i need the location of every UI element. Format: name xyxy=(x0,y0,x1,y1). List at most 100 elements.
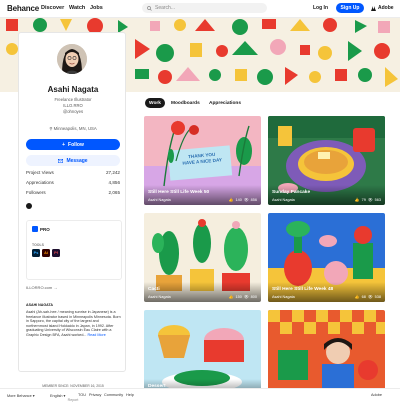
follow-button[interactable]: + Follow xyxy=(26,139,120,150)
adobe-icon xyxy=(371,5,376,11)
thumbs-up-icon: 👍 xyxy=(228,198,234,202)
pro-badge: PRO xyxy=(32,226,50,232)
plus-icon: + xyxy=(62,141,66,148)
project-card[interactable]: THANK YOU HAVE A NICE DAY Still Here Sti… xyxy=(144,116,261,205)
project-card[interactable]: Dessert xyxy=(144,310,261,399)
adobe-label: Adobe xyxy=(378,5,394,11)
photoshop-icon[interactable]: Ps xyxy=(32,249,40,257)
like-count: 79 xyxy=(361,197,366,202)
search-input[interactable]: Search... xyxy=(142,3,267,13)
stat-followers: Followers 2,065 xyxy=(26,190,120,195)
stat-value: 27,242 xyxy=(105,170,120,175)
view-count: 563 xyxy=(374,197,381,202)
project-owner[interactable]: Asahi Nagata xyxy=(272,198,295,202)
about-heading: ASAHI NAGATA xyxy=(26,303,54,307)
login-link[interactable]: Log In xyxy=(313,5,328,11)
project-card[interactable]: Still Here Still Life Week 48 Asahi Naga… xyxy=(268,213,385,302)
follow-label: Follow xyxy=(68,141,84,148)
tile-overlay xyxy=(144,185,261,205)
tile-overlay xyxy=(268,185,385,205)
project-metrics: 👍 150 👁 800 xyxy=(228,294,257,300)
top-navigation-bar: Behance Discover Watch Jobs Search... Lo… xyxy=(0,0,400,18)
stat-appreciations: Appreciations 4,856 xyxy=(26,180,120,185)
footer-link-tou[interactable]: TOU xyxy=(78,393,86,397)
profile-company[interactable]: ILLO.RRO xyxy=(19,103,127,108)
stat-project-views: Project Views 27,242 xyxy=(26,170,120,175)
footer-link-help[interactable]: Help xyxy=(126,393,134,397)
eye-icon: 👁 xyxy=(367,198,373,202)
like-count: 140 xyxy=(235,197,242,202)
read-more-link[interactable]: Read More xyxy=(88,333,106,337)
nav-jobs[interactable]: Jobs xyxy=(90,5,103,11)
project-card[interactable]: Cacti Asahi Nagata 👍 150 👁 800 xyxy=(144,213,261,302)
profile-location: ⚲ Minneapolis, MN, USA xyxy=(19,126,127,132)
pro-label: PRO xyxy=(40,226,50,232)
illustrator-icon[interactable]: Ai xyxy=(42,249,50,257)
tile-overlay xyxy=(268,282,385,302)
view-count: 800 xyxy=(250,294,257,299)
search-icon xyxy=(147,5,152,11)
report-link[interactable]: Report xyxy=(19,398,127,402)
like-count: 150 xyxy=(235,294,242,299)
location-pin-icon: ⚲ xyxy=(49,126,53,131)
social-link-icon[interactable] xyxy=(26,203,32,209)
tab-moodboards[interactable]: Moodboards xyxy=(171,98,200,108)
project-card[interactable]: Sunday Pancake Asahi Nagata 👍 79 👁 563 xyxy=(268,116,385,205)
thumbs-up-icon: 👍 xyxy=(354,198,360,202)
adobe-link[interactable]: Adobe xyxy=(371,5,394,11)
about-text: Asahi (Ah-sah-hee / meaning sunrise in J… xyxy=(26,310,121,338)
eye-icon: 👁 xyxy=(367,295,373,299)
avatar xyxy=(57,44,87,74)
message-label: Message xyxy=(66,157,88,164)
project-owner[interactable]: Asahi Nagata xyxy=(148,295,171,299)
tab-appreciations[interactable]: Appreciations xyxy=(209,98,241,108)
like-count: 68 xyxy=(361,294,366,299)
footer-link-privacy[interactable]: Privacy xyxy=(89,393,101,397)
stat-label: Appreciations xyxy=(26,180,54,185)
eye-icon: 👁 xyxy=(243,198,249,202)
profile-location-text: Minneapolis, MN, USA xyxy=(53,126,97,131)
footer-link-community[interactable]: Community xyxy=(104,393,123,397)
nav-discover[interactable]: Discover xyxy=(41,5,64,11)
footer-adobe-link[interactable]: Adobe xyxy=(371,393,382,397)
view-count: 856 xyxy=(250,197,257,202)
profile-card: Asahi Nagata Freelance Illustrator ILLO.… xyxy=(18,32,127,402)
website-link[interactable]: ILLORRO.com → xyxy=(26,285,57,290)
thumbs-up-icon: 👍 xyxy=(354,295,360,299)
project-thumbnail xyxy=(268,310,385,399)
profile-occupation: Freelance Illustrator xyxy=(54,97,92,102)
nav-watch[interactable]: Watch xyxy=(69,5,85,11)
project-metrics: 👍 68 👁 538 xyxy=(354,294,381,300)
project-metrics: 👍 140 👁 856 xyxy=(228,197,257,203)
project-owner[interactable]: Asahi Nagata xyxy=(272,295,295,299)
tools-heading: TOOLS xyxy=(32,243,44,247)
avatar-portrait xyxy=(57,44,87,74)
tile-overlay xyxy=(144,282,261,302)
portfolio-icon[interactable]: Pf xyxy=(52,249,60,257)
about-body: Asahi (Ah-sah-hee / meaning sunrise in J… xyxy=(26,310,121,337)
project-title[interactable]: Still Here Still Life Week 48 xyxy=(272,287,333,292)
behance-logo[interactable]: Behance xyxy=(7,4,39,13)
project-metrics: 👍 79 👁 563 xyxy=(354,197,381,203)
stat-label: Followers xyxy=(26,190,46,195)
search-placeholder: Search... xyxy=(155,5,176,11)
project-card[interactable] xyxy=(268,310,385,399)
signup-button[interactable]: Sign Up xyxy=(336,3,364,13)
project-owner[interactable]: Asahi Nagata xyxy=(148,198,171,202)
profile-name: Asahi Nagata xyxy=(47,85,99,94)
eye-icon: 👁 xyxy=(243,295,249,299)
project-title[interactable]: Still Here Still Life Week 50 xyxy=(148,190,209,195)
mail-icon xyxy=(58,158,64,163)
stat-label: Project Views xyxy=(26,170,54,175)
project-title[interactable]: Cacti xyxy=(148,287,160,292)
profile-handle[interactable]: @ohnoyes xyxy=(19,109,127,114)
pro-tools-box: PRO TOOLS Ps Ai Pf xyxy=(26,220,122,280)
stat-value: 4,856 xyxy=(108,180,121,185)
tab-work[interactable]: Work xyxy=(145,98,165,108)
project-title[interactable]: Sunday Pancake xyxy=(272,190,310,195)
member-since: MEMBER SINCE: NOVEMBER 16, 2015 xyxy=(42,384,104,388)
message-button[interactable]: Message xyxy=(26,155,120,166)
pro-icon xyxy=(32,226,38,232)
stat-value: 2,065 xyxy=(108,190,121,195)
thumbs-up-icon: 👍 xyxy=(228,295,234,299)
